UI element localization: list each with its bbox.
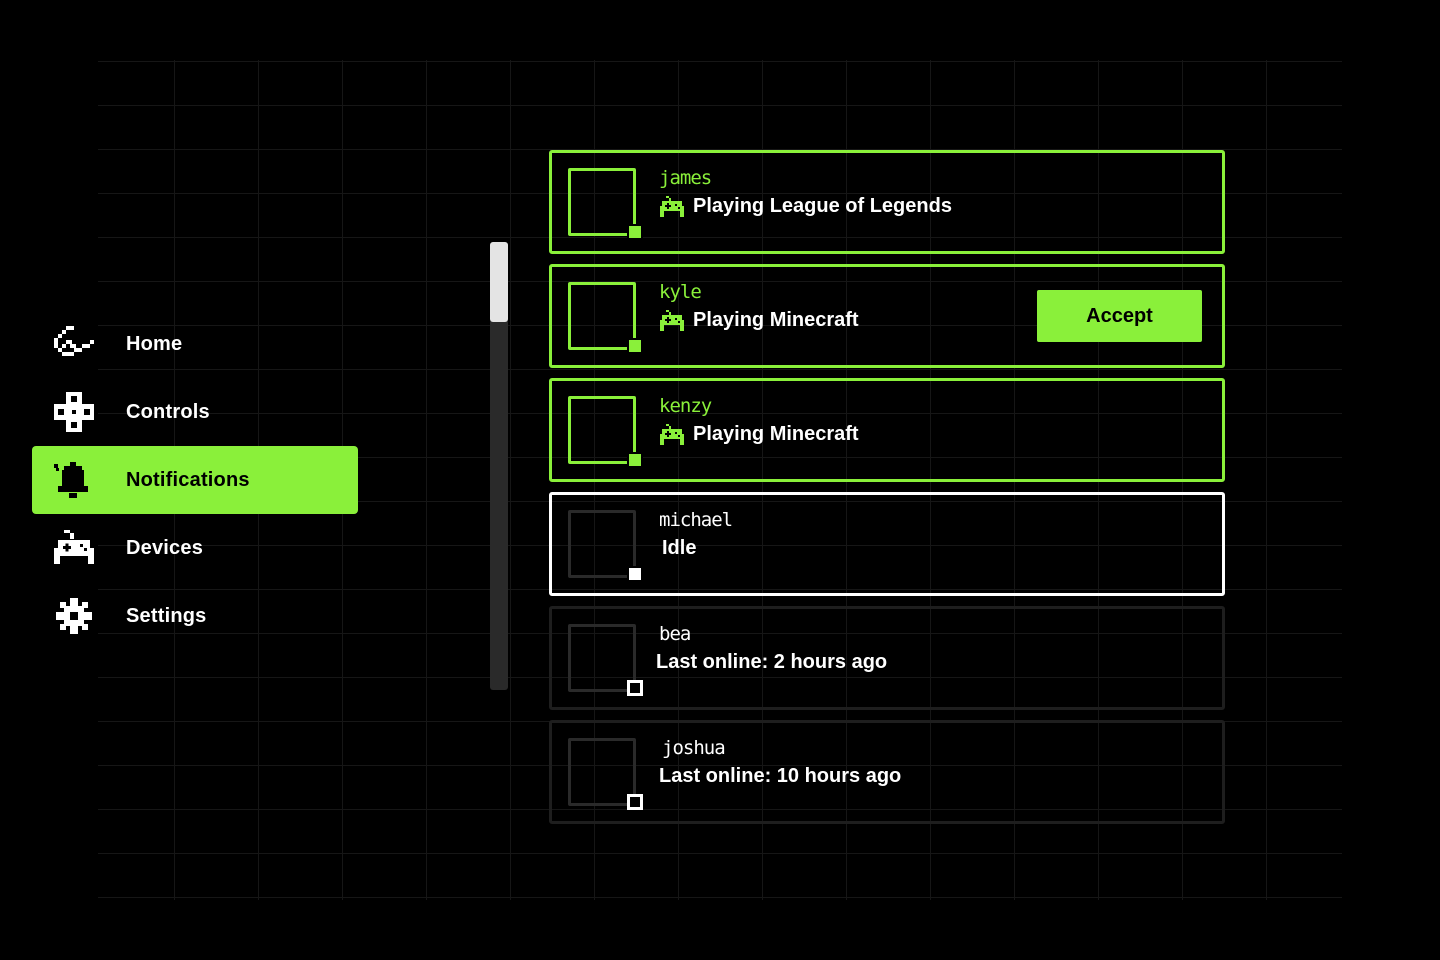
status-indicator bbox=[627, 452, 643, 468]
activity-status: Playing Minecraft bbox=[659, 309, 859, 332]
sidebar-item-home[interactable]: Home bbox=[32, 310, 358, 378]
activity-status: Idle bbox=[662, 537, 696, 560]
username: bea bbox=[659, 623, 691, 645]
username: james bbox=[659, 167, 712, 189]
status-indicator bbox=[627, 224, 643, 240]
friends-scrollbar[interactable] bbox=[490, 242, 508, 690]
status-text: Last online: 2 hours ago bbox=[656, 651, 888, 673]
username: joshua bbox=[662, 737, 726, 759]
avatar bbox=[568, 168, 636, 236]
username: kyle bbox=[659, 281, 702, 303]
scrollbar-thumb[interactable] bbox=[490, 242, 508, 322]
sidebar-item-notifications[interactable]: Notifications bbox=[32, 446, 358, 514]
friend-card-joshua[interactable]: joshua Last online: 10 hours ago bbox=[549, 720, 1225, 824]
username: kenzy bbox=[659, 395, 712, 417]
bell-icon bbox=[54, 462, 88, 498]
status-indicator bbox=[627, 680, 643, 696]
avatar bbox=[568, 624, 636, 692]
gamepad-icon bbox=[660, 423, 684, 445]
sidebar-item-label: Settings bbox=[126, 604, 207, 627]
sidebar-item-label: Controls bbox=[126, 400, 210, 423]
activity-status: Playing League of Legends bbox=[659, 195, 952, 218]
sidebar-item-controls[interactable]: Controls bbox=[32, 378, 358, 446]
activity-status: Last online: 2 hours ago bbox=[656, 651, 887, 674]
sidebar-item-label: Notifications bbox=[126, 468, 250, 491]
friend-card-kyle[interactable]: kyle Playing Minecraft Accept bbox=[549, 264, 1225, 368]
avatar bbox=[568, 396, 636, 464]
avatar bbox=[568, 282, 636, 350]
accept-button[interactable]: Accept bbox=[1037, 290, 1202, 342]
dpad-icon bbox=[54, 392, 94, 432]
friend-card-james[interactable]: james Playing League of Legends bbox=[549, 150, 1225, 254]
status-text: Playing League of Legends bbox=[693, 195, 952, 217]
status-indicator bbox=[627, 794, 643, 810]
status-indicator bbox=[627, 338, 643, 354]
gear-icon bbox=[56, 598, 92, 634]
sidebar-nav: Home Controls Notifications Devices Sett… bbox=[32, 310, 358, 650]
status-text: Playing Minecraft bbox=[693, 309, 859, 331]
status-text: Playing Minecraft bbox=[693, 423, 859, 445]
app-screen: Home Controls Notifications Devices Sett… bbox=[0, 0, 1440, 960]
username: michael bbox=[659, 509, 733, 531]
sidebar-item-label: Devices bbox=[126, 536, 204, 559]
avatar bbox=[568, 738, 636, 806]
sidebar-item-settings[interactable]: Settings bbox=[32, 582, 358, 650]
gamepad-icon bbox=[660, 195, 684, 217]
sidebar-item-devices[interactable]: Devices bbox=[32, 514, 358, 582]
status-indicator bbox=[627, 566, 643, 582]
status-text: Idle bbox=[662, 537, 697, 559]
activity-status: Last online: 10 hours ago bbox=[659, 765, 901, 788]
activity-status: Playing Minecraft bbox=[659, 423, 859, 446]
swoosh-icon bbox=[54, 326, 94, 356]
friend-card-kenzy[interactable]: kenzy Playing Minecraft bbox=[549, 378, 1225, 482]
gamepad-icon bbox=[660, 309, 684, 331]
friend-card-michael[interactable]: michael Idle bbox=[549, 492, 1225, 596]
friend-card-bea[interactable]: bea Last online: 2 hours ago bbox=[549, 606, 1225, 710]
gamepad-icon bbox=[54, 530, 94, 564]
sidebar-item-label: Home bbox=[126, 332, 183, 355]
avatar bbox=[568, 510, 636, 578]
status-text: Last online: 10 hours ago bbox=[659, 765, 902, 787]
